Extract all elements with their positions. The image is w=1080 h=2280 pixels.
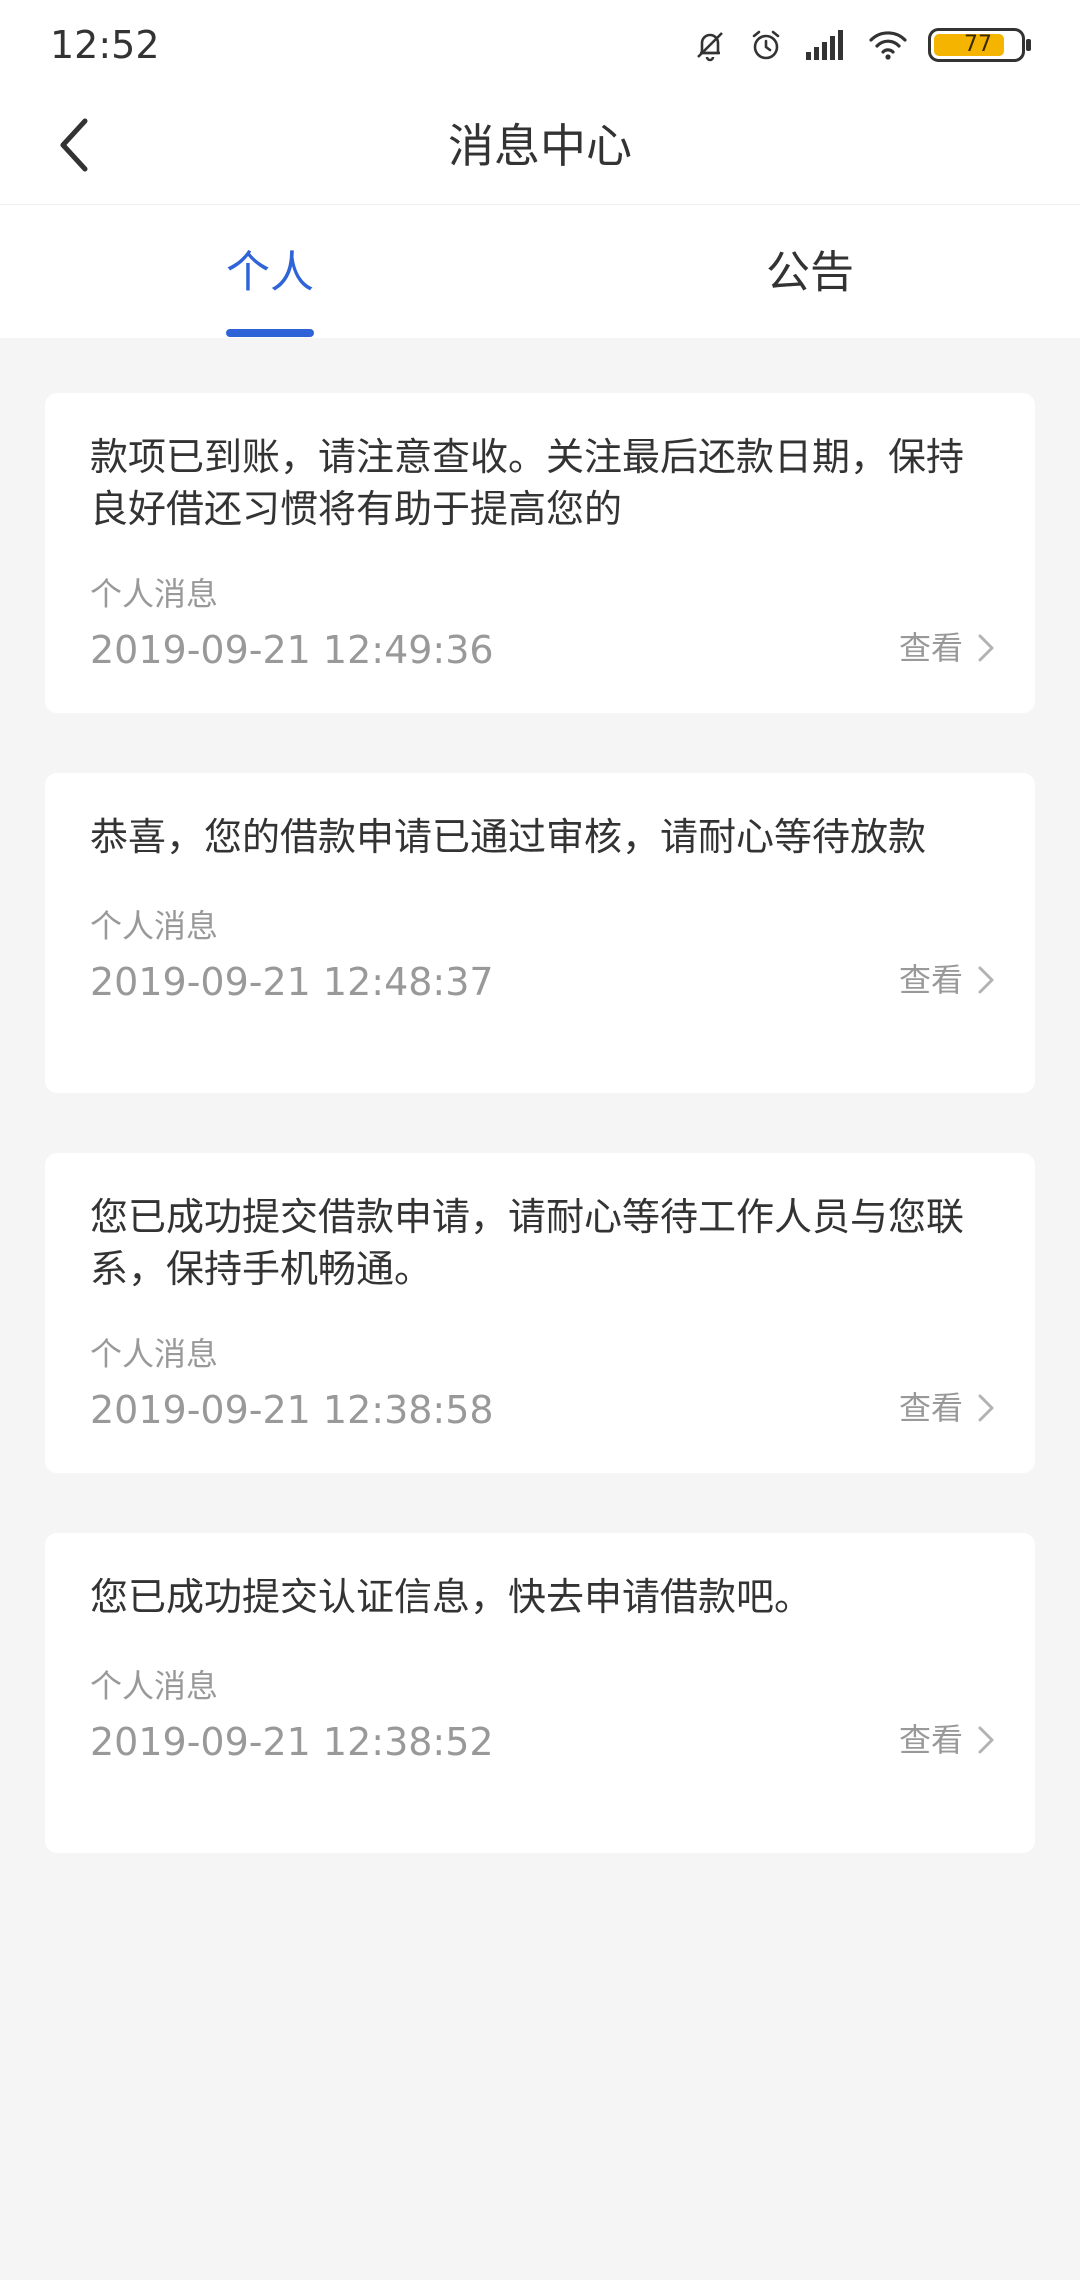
message-card[interactable]: 款项已到账，请注意查收。关注最后还款日期，保持良好借还习惯将有助于提高您的 个人… — [45, 393, 1035, 713]
chevron-right-icon — [977, 1393, 995, 1423]
wifi-icon — [868, 28, 908, 62]
message-card[interactable]: 恭喜，您的借款申请已通过审核，请耐心等待放款 个人消息 2019-09-21 1… — [45, 773, 1035, 1093]
view-button[interactable]: 查看 — [899, 957, 995, 1003]
message-time: 2019-09-21 12:38:52 — [90, 1720, 494, 1764]
status-icons: 77 — [692, 24, 1032, 66]
view-button[interactable]: 查看 — [899, 1385, 995, 1431]
status-bar: 12:52 77 — [0, 0, 1080, 90]
message-content: 款项已到账，请注意查收。关注最后还款日期，保持良好借还习惯将有助于提高您的 — [90, 435, 965, 531]
message-content: 您已成功提交认证信息，快去申请借款吧。 — [90, 1575, 813, 1619]
tab-bar: 个人 公告 — [0, 205, 1080, 338]
message-time: 2019-09-21 12:49:36 — [90, 628, 494, 672]
message-type: 个人消息 — [90, 1335, 219, 1373]
message-meta: 个人消息 2019-09-21 12:38:58 — [90, 1331, 494, 1437]
tab-active-indicator — [226, 329, 314, 337]
message-meta: 个人消息 2019-09-21 12:38:52 — [90, 1663, 494, 1769]
status-time: 12:52 — [50, 23, 160, 67]
alarm-icon — [748, 27, 784, 63]
message-content: 您已成功提交借款申请，请耐心等待工作人员与您联系，保持手机畅通。 — [90, 1195, 965, 1291]
chevron-right-icon — [977, 965, 995, 995]
tab-announcement-label: 公告 — [766, 247, 854, 298]
message-type: 个人消息 — [90, 575, 219, 613]
view-button[interactable]: 查看 — [899, 1717, 995, 1763]
message-meta: 个人消息 2019-09-21 12:49:36 — [90, 571, 494, 677]
message-time: 2019-09-21 12:38:58 — [90, 1388, 494, 1432]
chevron-right-icon — [977, 1725, 995, 1755]
view-label: 查看 — [898, 629, 963, 667]
message-card[interactable]: 您已成功提交认证信息，快去申请借款吧。 个人消息 2019-09-21 12:3… — [45, 1533, 1035, 1853]
tab-personal-label: 个人 — [226, 247, 314, 298]
page-title: 消息中心 — [448, 119, 632, 173]
message-time: 2019-09-21 12:48:37 — [90, 960, 494, 1004]
view-label: 查看 — [898, 1721, 963, 1759]
message-type: 个人消息 — [90, 907, 219, 945]
signal-icon — [804, 28, 848, 62]
message-list: 款项已到账，请注意查收。关注最后还款日期，保持良好借还习惯将有助于提高您的 个人… — [45, 393, 1035, 1913]
message-content: 恭喜，您的借款申请已通过审核，请耐心等待放款 — [90, 815, 927, 859]
view-label: 查看 — [898, 961, 963, 999]
view-label: 查看 — [898, 1389, 963, 1427]
message-type: 个人消息 — [90, 1667, 219, 1705]
chevron-right-icon — [977, 633, 995, 663]
message-meta: 个人消息 2019-09-21 12:48:37 — [90, 903, 494, 1009]
view-button[interactable]: 查看 — [899, 625, 995, 671]
header: 消息中心 — [0, 90, 1080, 205]
tab-announcement[interactable]: 公告 — [540, 205, 1080, 338]
mute-bell-icon — [692, 27, 728, 63]
battery-level: 77 — [964, 32, 992, 57]
message-card[interactable]: 您已成功提交借款申请，请耐心等待工作人员与您联系，保持手机畅通。 个人消息 20… — [45, 1153, 1035, 1473]
battery-icon: 77 — [928, 28, 1032, 62]
tab-personal[interactable]: 个人 — [0, 205, 540, 338]
